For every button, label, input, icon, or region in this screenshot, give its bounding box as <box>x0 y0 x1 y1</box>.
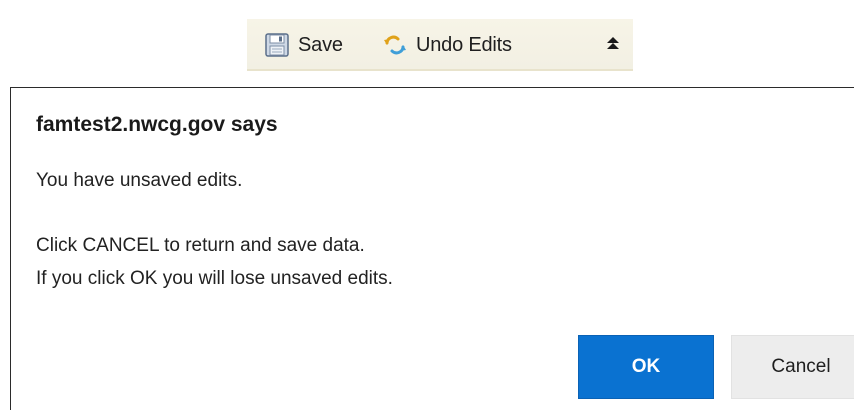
save-button[interactable]: Save <box>264 30 343 60</box>
dialog-message-line-3: If you click OK you will lose unsaved ed… <box>36 268 393 289</box>
edit-toolbar: Save Undo Edits <box>247 19 633 71</box>
dialog-message-line-2: Click CANCEL to return and save data. <box>36 235 365 256</box>
save-label: Save <box>298 33 343 56</box>
undo-edits-button[interactable]: Undo Edits <box>382 30 512 60</box>
collapse-toolbar-button[interactable] <box>605 33 621 55</box>
dialog-title: famtest2.nwcg.gov says <box>36 113 278 136</box>
collapse-up-icon <box>607 37 619 49</box>
dialog-message-line-1: You have unsaved edits. <box>36 170 243 191</box>
ok-button[interactable]: OK <box>578 335 714 399</box>
undo-arrows-icon <box>382 32 408 58</box>
cancel-button[interactable]: Cancel <box>731 335 854 399</box>
screen: Save Undo Edits famtest2.nwcg.gov says Y… <box>0 0 854 410</box>
cancel-button-label: Cancel <box>771 356 831 377</box>
confirm-dialog: famtest2.nwcg.gov says You have unsaved … <box>10 87 854 410</box>
ok-button-label: OK <box>631 356 661 377</box>
undo-edits-label: Undo Edits <box>416 33 512 56</box>
floppy-disk-icon <box>264 32 290 58</box>
